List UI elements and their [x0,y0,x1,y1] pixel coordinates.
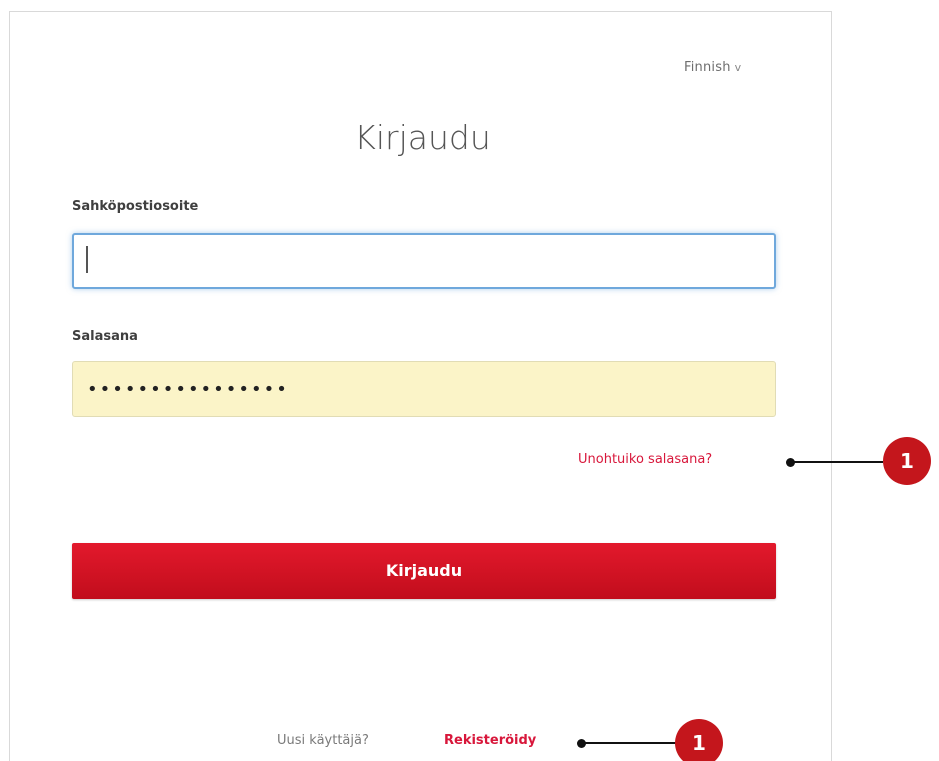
register-link[interactable]: Rekisteröidy [444,733,536,748]
chevron-down-icon: v [734,61,742,74]
new-user-text: Uusi käyttäjä? [277,733,369,748]
language-selector[interactable]: Finnish v [684,60,741,75]
password-field[interactable]: •••••••••••••••• [72,361,776,417]
email-label: Sahköpostiosoite [72,199,199,214]
forgot-password-link[interactable]: Unohtuiko salasana? [578,452,712,467]
login-button[interactable]: Kirjaudu [72,543,776,599]
callout-line [582,742,676,744]
callout-badge: 1 [883,437,931,485]
login-page: Finnish v Kirjaudu Sahköpostiosoite Salas… [0,0,939,761]
text-caret [86,246,88,273]
callout-line [791,461,883,463]
email-field[interactable] [72,233,776,289]
page-title: Kirjaudu [354,118,491,157]
callout-badge: 1 [675,719,723,761]
language-label: Finnish [684,60,731,75]
password-label: Salasana [72,329,138,344]
